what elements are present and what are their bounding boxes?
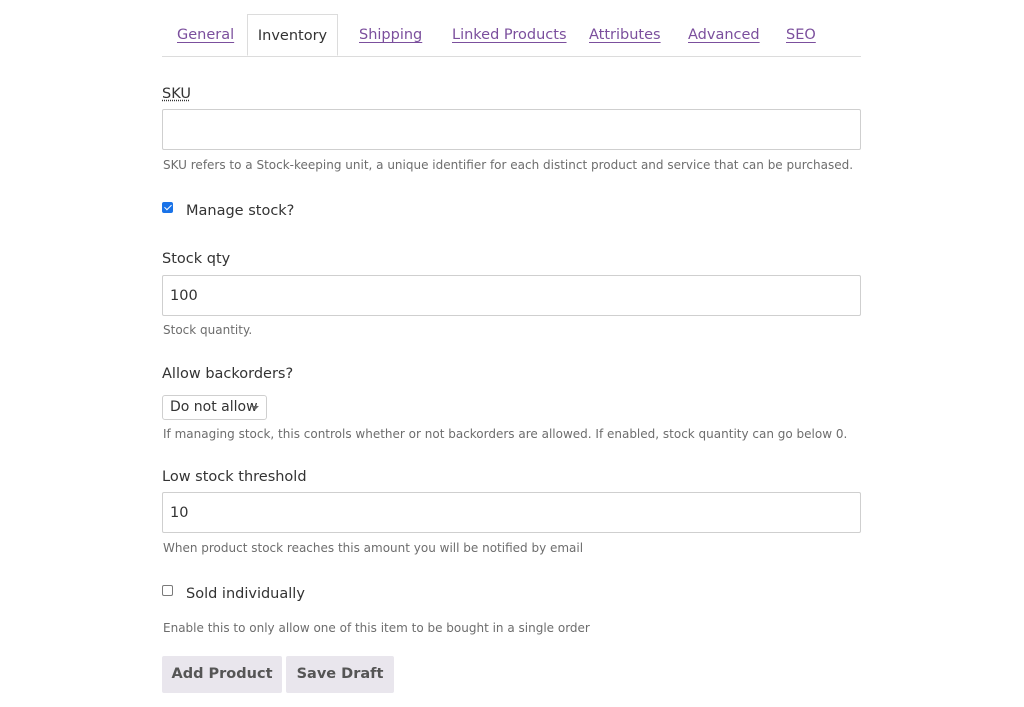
sold-individually-checkbox[interactable] <box>162 584 173 596</box>
chevron-down-icon <box>251 406 259 410</box>
sold-individually-row: Sold individually <box>162 584 305 602</box>
backorders-help-text: If managing stock, this controls whether… <box>163 427 848 441</box>
tab-inventory[interactable]: Inventory <box>247 14 338 56</box>
backorders-select[interactable]: Do not allow <box>162 395 267 420</box>
tab-advanced[interactable]: Advanced <box>688 14 760 56</box>
low-stock-label: Low stock threshold <box>162 469 307 485</box>
low-stock-input[interactable] <box>162 492 861 533</box>
product-tabs: General Inventory Shipping Linked Produc… <box>162 14 861 57</box>
tab-shipping[interactable]: Shipping <box>359 14 422 56</box>
stock-qty-input[interactable] <box>162 275 861 316</box>
manage-stock-label: Manage stock? <box>186 203 295 219</box>
backorders-label: Allow backorders? <box>162 366 294 382</box>
sku-input[interactable] <box>162 109 861 150</box>
manage-stock-checkbox[interactable] <box>162 201 173 213</box>
stock-qty-label: Stock qty <box>162 251 231 267</box>
save-draft-button[interactable]: Save Draft <box>286 656 394 693</box>
low-stock-help-text: When product stock reaches this amount y… <box>163 541 584 555</box>
tab-general[interactable]: General <box>177 14 234 56</box>
manage-stock-row: Manage stock? <box>162 201 295 219</box>
sold-individually-label: Sold individually <box>186 586 305 602</box>
sku-help-text: SKU refers to a Stock-keeping unit, a un… <box>163 158 854 172</box>
stock-qty-help-text: Stock quantity. <box>163 323 253 337</box>
product-data-panel: General Inventory Shipping Linked Produc… <box>0 0 1024 707</box>
tab-linked-products[interactable]: Linked Products <box>452 14 567 56</box>
sku-label: SKU <box>162 86 191 102</box>
sold-individually-help-text: Enable this to only allow one of this it… <box>163 621 590 635</box>
tab-seo[interactable]: SEO <box>786 14 816 56</box>
tab-attributes[interactable]: Attributes <box>589 14 661 56</box>
backorders-selected-value: Do not allow <box>170 399 258 415</box>
add-product-button[interactable]: Add Product <box>162 656 282 693</box>
